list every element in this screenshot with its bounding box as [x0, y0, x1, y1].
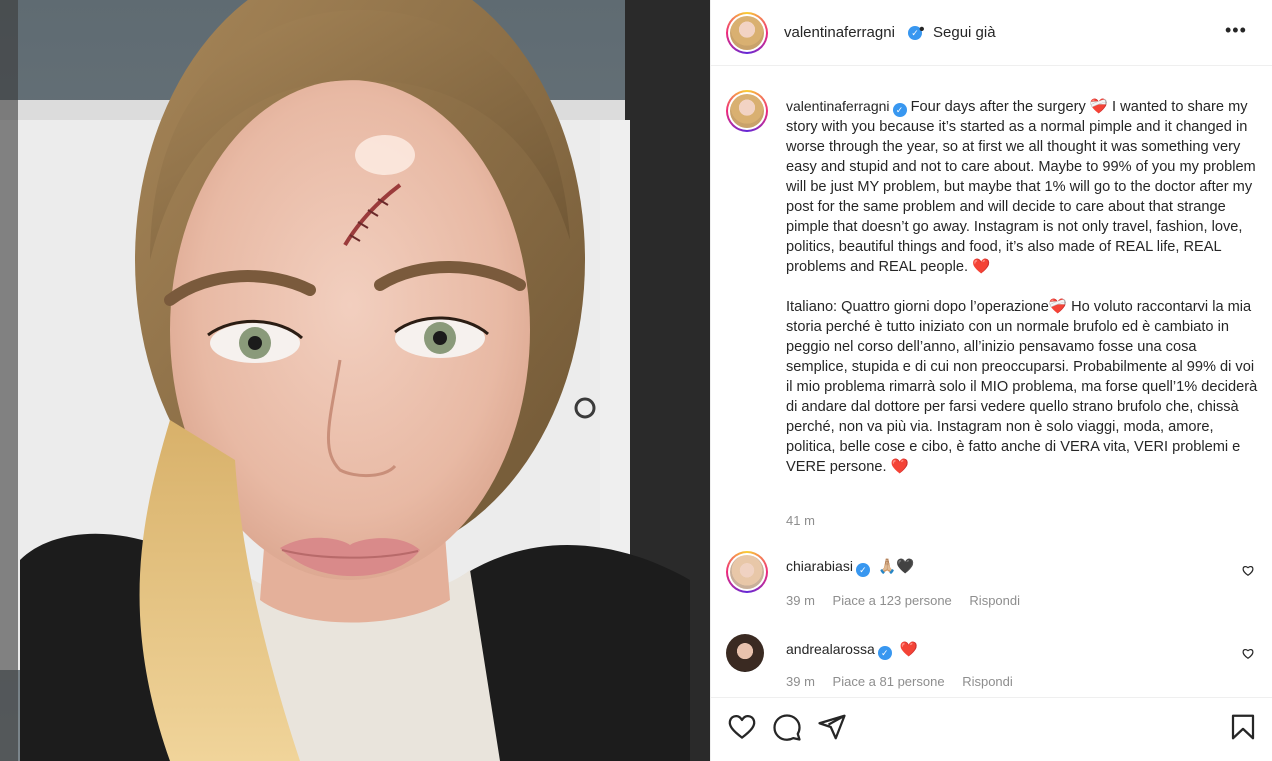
comment-likes[interactable]: Piace a 81 persone	[833, 674, 945, 689]
post-details-panel: valentinaferragni ✓ • Segui già ••• vale…	[710, 0, 1272, 761]
following-button[interactable]: Segui già	[933, 24, 996, 41]
verified-badge-icon: ✓	[855, 563, 870, 577]
comment-username[interactable]: andrealarossa	[786, 641, 875, 657]
share-icon[interactable]	[817, 712, 847, 742]
author-avatar[interactable]	[726, 12, 768, 54]
comment-icon[interactable]	[772, 712, 802, 742]
comment-likes[interactable]: Piace a 123 persone	[833, 593, 952, 608]
post-caption: valentinaferragni ✓ Four days after the s…	[786, 96, 1261, 477]
comment-body: 🙏🏼🖤	[878, 559, 915, 575]
comment-time[interactable]: 39 m	[786, 593, 815, 608]
comment-body: ❤️	[899, 642, 918, 658]
caption-text-en: Four days after the surgery ❤️‍🩹 I wante…	[786, 99, 1256, 275]
comment-like-heart-icon[interactable]	[1241, 563, 1255, 577]
bookmark-icon[interactable]	[1228, 712, 1258, 742]
comment-item: chiarabiasi ✓ 🙏🏼🖤 39 m Piace a 123 person…	[711, 551, 1272, 621]
comment-meta: 39 m Piace a 123 persone Rispondi	[786, 593, 1034, 608]
post-photo-image	[0, 0, 710, 761]
comment-time[interactable]: 39 m	[786, 674, 815, 689]
comment-like-heart-icon[interactable]	[1241, 646, 1255, 660]
heart-icon[interactable]	[727, 712, 757, 742]
author-username[interactable]: valentinaferragni	[784, 24, 895, 41]
post-header: valentinaferragni ✓ • Segui già •••	[711, 0, 1272, 66]
commenter-avatar[interactable]	[726, 634, 764, 672]
comment-username[interactable]: chiarabiasi	[786, 558, 853, 574]
comment-meta: 39 m Piace a 81 persone Rispondi	[786, 674, 1027, 689]
reply-button[interactable]: Rispondi	[962, 674, 1013, 689]
post-actions-bar	[711, 697, 1272, 761]
comment-item: andrealarossa ✓ ❤️ 39 m Piace a 81 person…	[711, 634, 1272, 704]
caption-author-avatar[interactable]	[726, 90, 768, 132]
verified-badge-icon: ✓	[892, 103, 907, 117]
post-timestamp[interactable]: 41 m	[786, 513, 815, 528]
instagram-post: valentinaferragni ✓ • Segui già ••• vale…	[0, 0, 1272, 761]
post-photo[interactable]	[0, 0, 710, 761]
avatar-image	[730, 555, 764, 589]
separator-dot: •	[919, 21, 925, 38]
caption-english: valentinaferragni ✓ Four days after the s…	[786, 96, 1261, 277]
comment-text: chiarabiasi ✓ 🙏🏼🖤	[786, 557, 914, 577]
more-options-icon[interactable]: •••	[1225, 20, 1247, 41]
avatar-image	[730, 16, 764, 50]
verified-badge-icon: ✓	[877, 646, 892, 660]
caption-username[interactable]: valentinaferragni	[786, 98, 890, 114]
comment-text: andrealarossa ✓ ❤️	[786, 640, 918, 660]
reply-button[interactable]: Rispondi	[969, 593, 1020, 608]
commenter-avatar[interactable]	[726, 551, 768, 593]
caption-text-it: Italiano: Quattro giorni dopo l’operazio…	[786, 299, 1258, 475]
caption-italian: Italiano: Quattro giorni dopo l’operazio…	[786, 297, 1261, 477]
avatar-image	[730, 94, 764, 128]
